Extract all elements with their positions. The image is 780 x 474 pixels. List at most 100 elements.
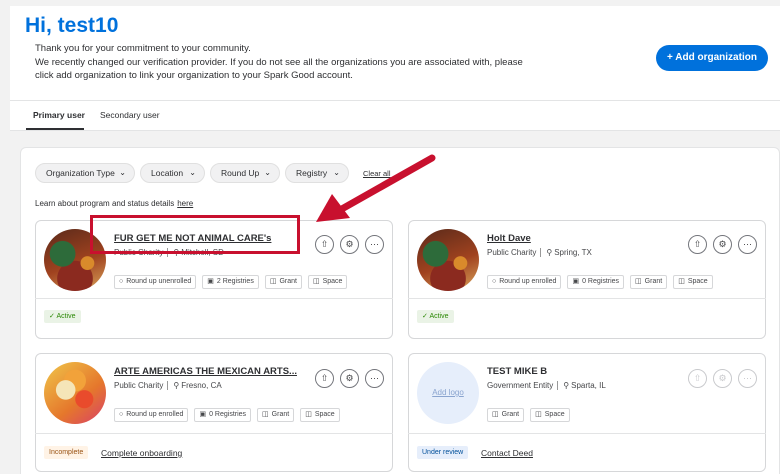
program-chips: ○ Round up enrolled ▣ 0 Registries ◫ Grant … xyxy=(487,275,713,289)
chevron-down-icon: ⌄ xyxy=(119,168,126,177)
grant-icon: ◫ xyxy=(635,278,642,285)
org-location: Spring, TX xyxy=(554,248,592,257)
org-name-link[interactable]: ARTE AMERICAS THE MEXICAN ARTS... xyxy=(114,366,297,377)
round-up-icon: ○ xyxy=(492,278,497,285)
chip-registries: ▣ 2 Registries xyxy=(202,275,259,289)
share-icon[interactable]: ⇧ xyxy=(315,369,334,388)
program-chips: ○ Round up enrolled ▣ 0 Registries ◫ Grant … xyxy=(114,408,340,422)
gift-icon: ▣ xyxy=(572,278,580,285)
check-icon: ✓ xyxy=(422,313,428,320)
chip-space: ◫ Space xyxy=(673,275,713,289)
chip-space: ◫ Space xyxy=(300,408,340,422)
filter-label: Round Up xyxy=(221,168,260,178)
intro-line-2: We recently changed our verification pro… xyxy=(35,56,523,68)
more-icon[interactable]: ⋯ xyxy=(738,235,757,254)
space-icon: ◫ xyxy=(678,278,685,285)
gift-icon: ▣ xyxy=(207,278,214,285)
learn-text: Learn about program and status details he… xyxy=(35,199,193,208)
highlight-box xyxy=(90,215,300,254)
more-icon: ⋯ xyxy=(738,369,757,388)
card-actions: ⇧ ⚙ ⋯ xyxy=(688,235,757,254)
settings-icon[interactable]: ⚙ xyxy=(713,235,732,254)
settings-icon[interactable]: ⚙ xyxy=(340,369,359,388)
add-logo-placeholder[interactable]: Add logo xyxy=(417,362,479,424)
status-badge: ✓ Active xyxy=(417,310,454,323)
share-icon[interactable]: ⇧ xyxy=(688,235,707,254)
intro-text: Thank you for your commitment to your co… xyxy=(35,42,555,83)
more-icon[interactable]: ⋯ xyxy=(365,369,384,388)
check-icon: ✓ xyxy=(49,313,55,320)
org-name-link[interactable]: Holt Dave xyxy=(487,233,531,244)
chip-space: ◫ Space xyxy=(307,275,348,289)
card-actions: ⇧ ⚙ ⋯ xyxy=(315,369,384,388)
card-divider xyxy=(35,298,393,299)
chip-grant: ◫ Grant xyxy=(630,275,668,289)
chip-grant: ◫ Grant xyxy=(257,408,295,422)
share-icon: ⇧ xyxy=(688,369,707,388)
learn-label: Learn about program and status details xyxy=(35,199,175,208)
card-divider xyxy=(408,433,766,434)
filter-organization-type[interactable]: Organization Type ⌄ xyxy=(35,163,135,183)
card-actions: ⇧ ⚙ ⋯ xyxy=(315,235,384,254)
complete-onboarding-link[interactable]: Complete onboarding xyxy=(101,448,182,458)
org-location: Fresno, CA xyxy=(181,381,222,390)
org-logo xyxy=(44,362,106,424)
filter-label: Organization Type xyxy=(46,168,115,178)
grant-icon: ◫ xyxy=(492,411,499,418)
org-type: Public Charity xyxy=(114,381,164,390)
filter-label: Location xyxy=(151,168,184,178)
org-meta: Public Charity ⚲ Spring, TX xyxy=(487,248,592,257)
org-meta: Government Entity ⚲ Sparta, IL xyxy=(487,381,606,390)
org-location: Sparta, IL xyxy=(571,381,606,390)
filter-location[interactable]: Location ⌄ xyxy=(140,163,205,183)
settings-icon: ⚙ xyxy=(713,369,732,388)
chip-grant: ◫ Grant xyxy=(487,408,525,422)
location-pin-icon: ⚲ xyxy=(557,381,569,390)
round-up-icon: ○ xyxy=(119,411,124,418)
share-icon[interactable]: ⇧ xyxy=(315,235,334,254)
org-meta: Public Charity ⚲ Fresno, CA xyxy=(114,381,222,390)
org-type: Government Entity xyxy=(487,381,554,390)
learn-here-link[interactable]: here xyxy=(177,199,193,208)
more-icon[interactable]: ⋯ xyxy=(365,235,384,254)
intro-line-1: Thank you for your commitment to your co… xyxy=(35,43,251,54)
status-badge: ✓ Active xyxy=(44,310,81,323)
chip-registries: ▣ 0 Registries xyxy=(194,408,252,422)
status-badge: Incomplete xyxy=(44,446,89,459)
grant-icon: ◫ xyxy=(269,278,277,285)
chip-space: ◫ Space xyxy=(530,408,570,422)
page-title: Hi, test10 xyxy=(25,14,119,37)
round-up-icon: ○ xyxy=(119,278,124,285)
org-name: TEST MIKE B xyxy=(487,366,548,377)
org-logo xyxy=(417,229,479,291)
tab-secondary-user[interactable]: Secondary user xyxy=(100,110,160,120)
active-tab-indicator xyxy=(26,128,84,130)
chip-grant: ◫ Grant xyxy=(264,275,302,289)
status-badge: Under review xyxy=(417,446,469,459)
intro-line-3: click add organization to link your orga… xyxy=(35,70,353,81)
program-chips: ◫ Grant ◫ Space xyxy=(487,408,570,422)
space-icon: ◫ xyxy=(312,278,320,285)
chip-round-up: ○ Round up unenrolled xyxy=(114,275,197,289)
settings-icon[interactable]: ⚙ xyxy=(340,235,359,254)
chip-round-up: ○ Round up enrolled xyxy=(114,408,189,422)
annotation-arrow xyxy=(316,154,436,222)
program-chips: ○ Round up unenrolled ▣ 2 Registries ◫ Gran… xyxy=(114,275,348,289)
chip-registries: ▣ 0 Registries xyxy=(567,275,625,289)
grant-icon: ◫ xyxy=(262,411,269,418)
location-pin-icon: ⚲ xyxy=(167,381,179,390)
gift-icon: ▣ xyxy=(199,411,207,418)
chevron-down-icon: ⌄ xyxy=(189,168,196,177)
filter-round-up[interactable]: Round Up ⌄ xyxy=(210,163,280,183)
space-icon: ◫ xyxy=(305,411,312,418)
card-divider xyxy=(408,298,766,299)
card-actions: ⇧ ⚙ ⋯ xyxy=(688,369,757,388)
chip-round-up: ○ Round up enrolled xyxy=(487,275,562,289)
card-divider xyxy=(35,433,393,434)
chevron-down-icon: ⌄ xyxy=(264,168,271,177)
contact-deed-link[interactable]: Contact Deed xyxy=(481,448,533,458)
tab-primary-user[interactable]: Primary user xyxy=(33,110,85,120)
org-type: Public Charity xyxy=(487,248,537,257)
add-organization-button[interactable]: + Add organization xyxy=(656,45,768,71)
location-pin-icon: ⚲ xyxy=(540,248,552,257)
